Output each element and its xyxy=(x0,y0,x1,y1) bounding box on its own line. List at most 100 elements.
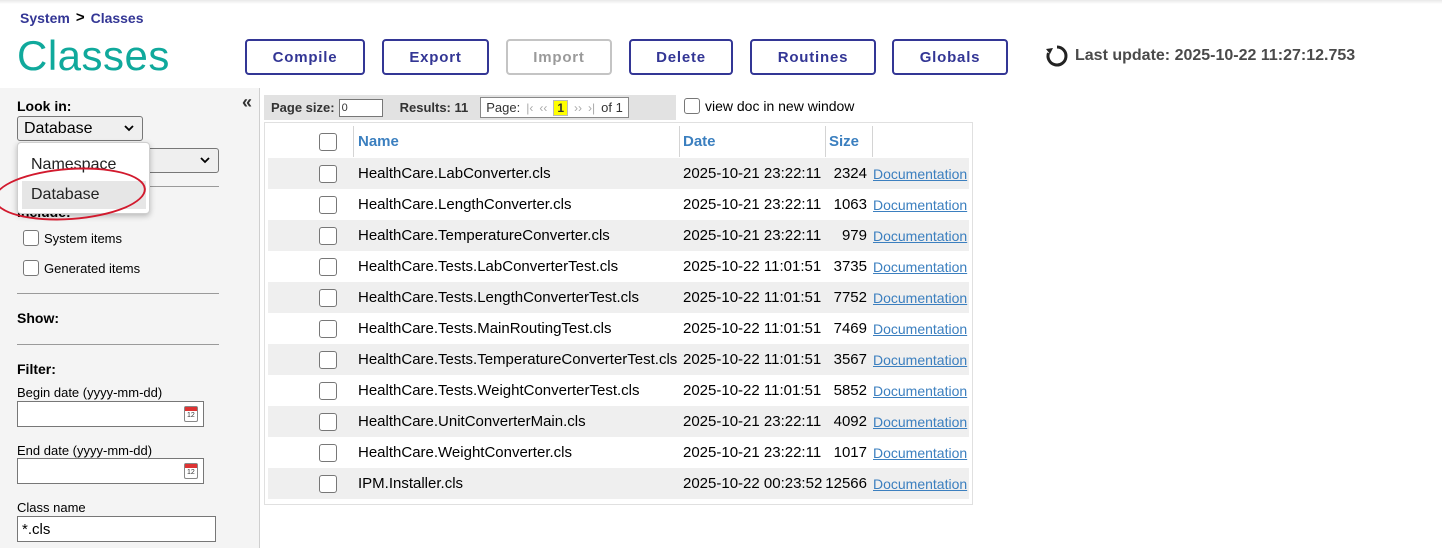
header-name[interactable]: Name xyxy=(354,133,679,150)
row-checkbox[interactable] xyxy=(319,195,337,214)
top-bar xyxy=(0,0,1442,4)
row-checkbox[interactable] xyxy=(319,257,337,276)
row-name: HealthCare.Tests.MainRoutingTest.cls xyxy=(358,320,612,337)
table-row: HealthCare.LabConverter.cls 2025-10-21 23… xyxy=(268,158,969,189)
globals-button[interactable]: Globals xyxy=(892,39,1008,75)
documentation-link[interactable]: Documentation xyxy=(869,476,967,492)
last-page-button[interactable]: ›| xyxy=(588,101,595,115)
header-size[interactable]: Size xyxy=(825,133,869,150)
refresh-icon[interactable] xyxy=(1045,44,1069,68)
compile-button[interactable]: Compile xyxy=(245,39,365,75)
breadcrumb: System > Classes xyxy=(20,9,144,26)
documentation-link[interactable]: Documentation xyxy=(869,352,967,368)
row-size: 7752 xyxy=(833,289,867,306)
system-items-label: System items xyxy=(44,230,123,246)
delete-button[interactable]: Delete xyxy=(629,39,733,75)
checkbox-box[interactable] xyxy=(23,230,39,246)
current-page: 1 xyxy=(553,99,569,116)
column-divider xyxy=(353,126,354,157)
row-date: 2025-10-22 11:01:51 xyxy=(683,289,822,306)
column-divider xyxy=(872,126,873,157)
row-name: HealthCare.WeightConverter.cls xyxy=(358,444,572,461)
row-select-cell xyxy=(268,443,354,462)
look-in-value: Database xyxy=(24,119,93,137)
prev-page-button[interactable]: ‹‹ xyxy=(539,101,547,115)
table-row: HealthCare.Tests.TemperatureConverterTes… xyxy=(268,344,969,375)
select-all-checkbox[interactable] xyxy=(319,132,337,151)
next-page-button[interactable]: ›› xyxy=(574,101,582,115)
breadcrumb-system[interactable]: System xyxy=(20,10,70,26)
table-row: HealthCare.Tests.WeightConverterTest.cls… xyxy=(268,375,969,406)
documentation-link[interactable]: Documentation xyxy=(869,445,967,461)
row-checkbox[interactable] xyxy=(319,319,337,338)
page-size-input[interactable]: 0 xyxy=(338,98,383,117)
documentation-link[interactable]: Documentation xyxy=(869,166,967,182)
filter-label: Filter: xyxy=(17,361,56,377)
row-checkbox[interactable] xyxy=(319,164,337,183)
documentation-link[interactable]: Documentation xyxy=(869,197,967,213)
documentation-link[interactable]: Documentation xyxy=(869,290,967,306)
row-name: HealthCare.Tests.WeightConverterTest.cls xyxy=(358,382,640,399)
page-size-label: Page size: xyxy=(271,100,335,115)
documentation-link[interactable]: Documentation xyxy=(869,414,967,430)
row-select-cell xyxy=(268,164,354,183)
row-select-cell xyxy=(268,350,354,369)
row-size: 7469 xyxy=(833,320,867,337)
table-row: HealthCare.Tests.LabConverterTest.cls 202… xyxy=(268,251,969,282)
documentation-link[interactable]: Documentation xyxy=(869,228,967,244)
collapse-icon[interactable]: « xyxy=(242,92,252,113)
row-checkbox[interactable] xyxy=(319,350,337,369)
row-checkbox[interactable] xyxy=(319,474,337,493)
first-page-button[interactable]: |‹ xyxy=(526,101,533,115)
row-size: 5852 xyxy=(833,382,867,399)
row-size: 979 xyxy=(841,227,867,244)
system-items-checkbox[interactable]: System items xyxy=(23,230,122,246)
table-toolbar: Page size: 0 Results: 11 Page: |‹ ‹‹ 1 ›… xyxy=(264,95,676,120)
table-row: HealthCare.UnitConverterMain.cls 2025-10-… xyxy=(268,406,969,437)
view-doc-checkbox[interactable]: view doc in new window xyxy=(684,98,854,114)
row-size: 2324 xyxy=(833,165,867,182)
checkbox-box[interactable] xyxy=(23,260,39,276)
row-checkbox[interactable] xyxy=(319,443,337,462)
row-date: 2025-10-22 11:01:51 xyxy=(683,351,822,368)
begin-date-input[interactable] xyxy=(17,401,204,427)
calendar-icon[interactable] xyxy=(184,463,198,479)
documentation-link[interactable]: Documentation xyxy=(869,383,967,399)
row-size: 3567 xyxy=(833,351,867,368)
breadcrumb-classes[interactable]: Classes xyxy=(91,10,144,26)
table-row: IPM.Installer.cls 2025-10-22 00:23:52 1256… xyxy=(268,468,969,499)
row-date: 2025-10-22 11:01:51 xyxy=(683,320,822,337)
last-update: Last update: 2025-10-22 11:27:12.753 xyxy=(1045,44,1355,68)
row-select-cell xyxy=(268,195,354,214)
row-checkbox[interactable] xyxy=(319,412,337,431)
documentation-link[interactable]: Documentation xyxy=(869,259,967,275)
row-name: IPM.Installer.cls xyxy=(358,475,464,492)
divider xyxy=(17,344,219,345)
row-select-cell xyxy=(268,226,354,245)
routines-button[interactable]: Routines xyxy=(750,39,876,75)
row-name: HealthCare.LengthConverter.cls xyxy=(358,196,572,213)
row-size: 1063 xyxy=(833,196,867,213)
generated-items-checkbox[interactable]: Generated items xyxy=(23,260,140,276)
results-count: Results: 11 xyxy=(399,100,469,115)
chevron-down-icon xyxy=(200,157,210,164)
row-name: HealthCare.UnitConverterMain.cls xyxy=(358,413,586,430)
header-date[interactable]: Date xyxy=(679,133,825,150)
row-checkbox[interactable] xyxy=(319,381,337,400)
checkbox-box[interactable] xyxy=(684,98,700,114)
documentation-link[interactable]: Documentation xyxy=(869,321,967,337)
table-header: Name Date Size xyxy=(268,125,969,158)
end-date-input[interactable] xyxy=(17,458,204,484)
look-in-select[interactable]: Database xyxy=(17,116,143,141)
row-select-cell xyxy=(268,474,354,493)
row-checkbox[interactable] xyxy=(319,226,337,245)
row-name: HealthCare.LabConverter.cls xyxy=(358,165,551,182)
view-doc-label: view doc in new window xyxy=(705,98,855,114)
class-name-input[interactable]: *.cls xyxy=(17,516,216,542)
calendar-icon[interactable] xyxy=(184,406,198,422)
row-checkbox[interactable] xyxy=(319,288,337,307)
export-button[interactable]: Export xyxy=(382,39,489,75)
breadcrumb-separator: > xyxy=(75,9,85,26)
row-date: 2025-10-21 23:22:11 xyxy=(683,165,822,182)
namespace-select[interactable] xyxy=(146,148,219,173)
